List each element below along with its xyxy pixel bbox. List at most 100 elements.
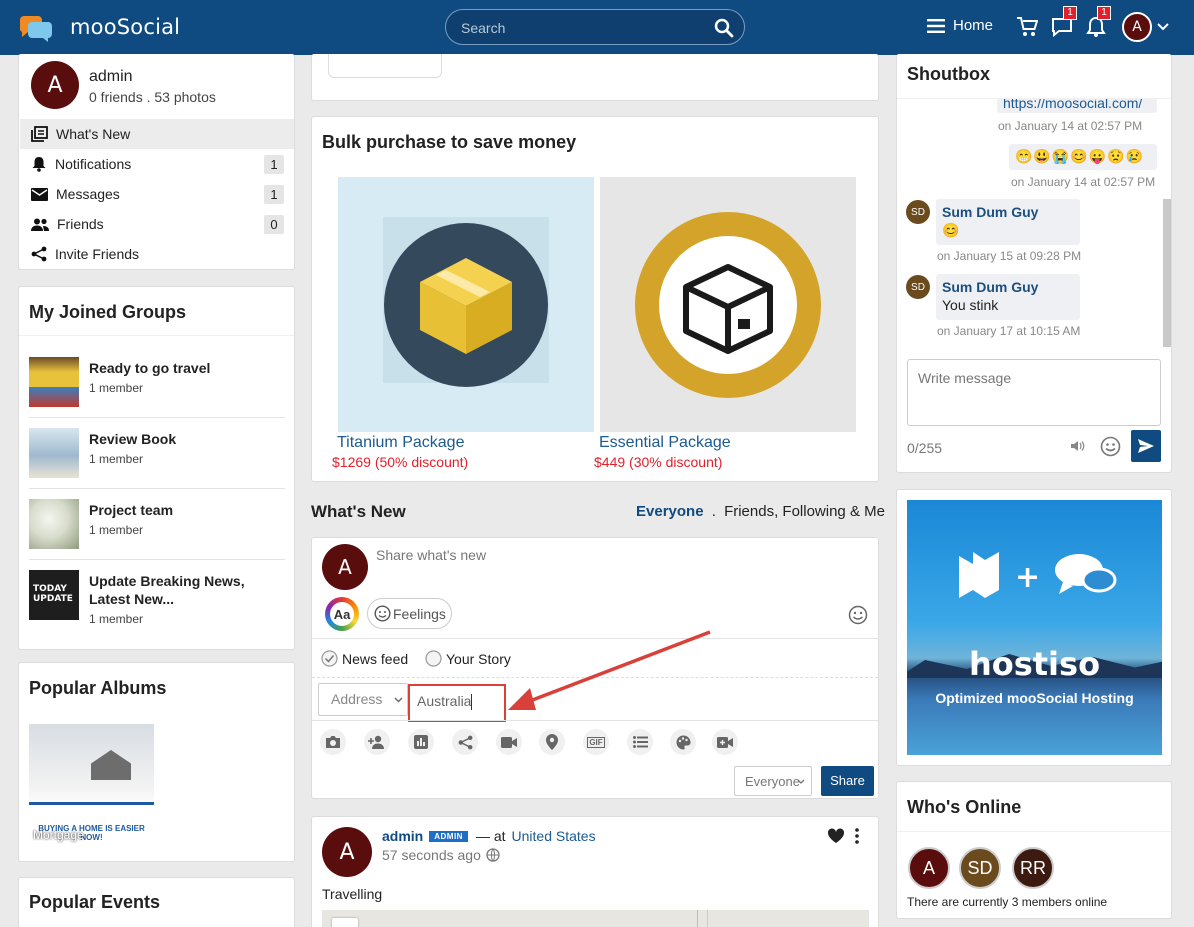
text-style-button[interactable]: Aa [325,597,359,631]
feed-filter: Everyone . Friends, Following & Me [636,503,885,520]
globe-icon [486,848,500,862]
shoutbox-card: Shoutbox https://moosocial.com/ on Janua… [896,54,1172,473]
group-thumbnail[interactable] [29,428,79,478]
live-video-button[interactable] [712,729,738,755]
emoji-picker-icon[interactable] [848,605,868,625]
search-icon[interactable] [714,18,734,38]
post-meta: 57 seconds ago [382,847,500,863]
group-name[interactable]: Update Breaking News, Latest New... [89,572,289,608]
shout-message-text: You stink [942,297,999,313]
background-color-button[interactable] [670,729,696,755]
titanium-package-image[interactable] [338,177,594,432]
news-feed-option[interactable]: News feed [321,650,408,667]
heart-icon[interactable] [827,828,845,844]
post-time[interactable]: 57 seconds ago [382,847,481,863]
send-shout-button[interactable] [1131,430,1161,462]
album-thumbnail[interactable]: BUYING A HOME IS EASIER NOW! Mortgage [29,724,154,848]
share-icon [31,246,47,262]
list-button[interactable] [627,729,653,755]
more-options-icon[interactable] [855,828,859,844]
profile-name[interactable]: admin [89,68,133,86]
essential-package-name[interactable]: Essential Package [599,434,731,452]
sound-icon[interactable] [1071,440,1085,452]
online-member-avatar[interactable]: RR [1012,847,1054,889]
feelings-button[interactable]: Feelings [367,598,452,629]
menu-item-messages[interactable]: Messages 1 [20,179,294,209]
list-icon [632,736,648,748]
shout-avatar[interactable]: SD [906,275,930,299]
menu-item-notifications[interactable]: Notifications 1 [20,149,294,179]
privacy-select[interactable]: Everyone [734,766,812,796]
chevron-down-icon[interactable] [1157,23,1169,31]
your-story-option[interactable]: Your Story [425,650,511,667]
gif-label: GIF [587,736,605,748]
shout-avatar[interactable]: SD [906,200,930,224]
text-style-label: Aa [330,602,354,626]
shout-message-link[interactable]: https://moosocial.com/ [1003,99,1142,111]
shout-message-input[interactable]: Write message [907,359,1161,426]
location-button[interactable] [539,729,565,755]
divider [29,417,285,418]
titanium-package-name[interactable]: Titanium Package [337,434,464,452]
shout-input-placeholder: Write message [918,370,1012,386]
group-thumbnail[interactable]: TODAY UPDATE [29,570,79,620]
add-user-icon [368,735,384,749]
post-author-name[interactable]: admin [382,828,423,844]
post-map-preview[interactable] [322,910,869,927]
shoutbox-messages[interactable]: https://moosocial.com/ on January 14 at … [897,99,1171,348]
profile-avatar[interactable]: A [31,61,79,109]
address-select[interactable]: Address [318,683,408,716]
address-input[interactable]: Australia [408,684,506,722]
poll-button[interactable] [408,729,434,755]
online-member-avatar[interactable]: SD [959,847,1001,889]
share-link-button[interactable] [452,729,478,755]
menu-item-label: Messages [56,186,120,202]
post-header: admin ADMIN — at United States [382,828,596,844]
menu-item-label: Friends [57,216,104,232]
bulk-purchase-title: Bulk purchase to save money [322,132,577,152]
filter-friends-following-me[interactable]: Friends, Following & Me [724,503,885,520]
group-name[interactable]: Project team [89,501,289,519]
album-caption: Mortgage [33,828,84,842]
photo-button[interactable] [320,729,346,755]
address-input-value: Australia [417,693,472,709]
profile-card: A admin 0 friends . 53 photos What's New… [18,54,295,270]
post-location[interactable]: United States [512,828,596,844]
popular-albums-title: Popular Albums [29,678,167,698]
shout-author-name[interactable]: Sum Dum Guy [942,204,1038,220]
filter-everyone[interactable]: Everyone [636,503,704,520]
profile-stats: 0 friends . 53 photos [89,89,216,105]
menu-item-friends[interactable]: Friends 0 [20,209,294,239]
popular-albums-card: Popular Albums BUYING A HOME IS EASIER N… [18,662,295,862]
bulk-purchase-card: Bulk purchase to save money Titanium Pac… [311,116,879,482]
home-link[interactable]: Home [927,17,993,34]
tag-friends-button[interactable] [364,729,390,755]
essential-package-image[interactable] [600,177,856,432]
shoutbox-scrollbar[interactable] [1163,199,1171,347]
group-name[interactable]: Review Book [89,430,289,448]
share-button[interactable]: Share [821,766,874,796]
menu-item-invite-friends[interactable]: Invite Friends [20,239,294,269]
search-input[interactable]: Search [445,9,745,45]
logo[interactable]: mooSocial [18,12,180,42]
menu-item-whats-new[interactable]: What's New [20,119,294,149]
hostiso-ad-banner[interactable]: + hostiso Optimized mooSocial Hosting [907,500,1162,755]
online-member-avatar[interactable]: A [908,847,950,889]
group-thumbnail[interactable] [29,357,79,407]
cart-icon[interactable] [1016,16,1038,38]
group-thumbnail[interactable] [29,499,79,549]
bell-icon [32,157,46,172]
post-author-avatar[interactable]: A [322,827,372,877]
composer-input[interactable]: Share what's new [376,547,856,577]
shout-message-bubble: Sum Dum Guy 😊 [936,199,1080,245]
group-name[interactable]: Ready to go travel [89,359,289,377]
video-button[interactable] [496,729,522,755]
joined-groups-title: My Joined Groups [29,302,187,322]
titanium-package-price: $1269 (50% discount) [332,454,469,470]
user-avatar-menu[interactable]: A [1122,12,1152,42]
shoutbox-title: Shoutbox [907,64,990,84]
shout-author-name[interactable]: Sum Dum Guy [942,279,1038,295]
gif-button[interactable]: GIF [583,729,609,755]
emoji-icon[interactable] [1100,436,1121,457]
messages-icon[interactable] [1051,17,1073,37]
